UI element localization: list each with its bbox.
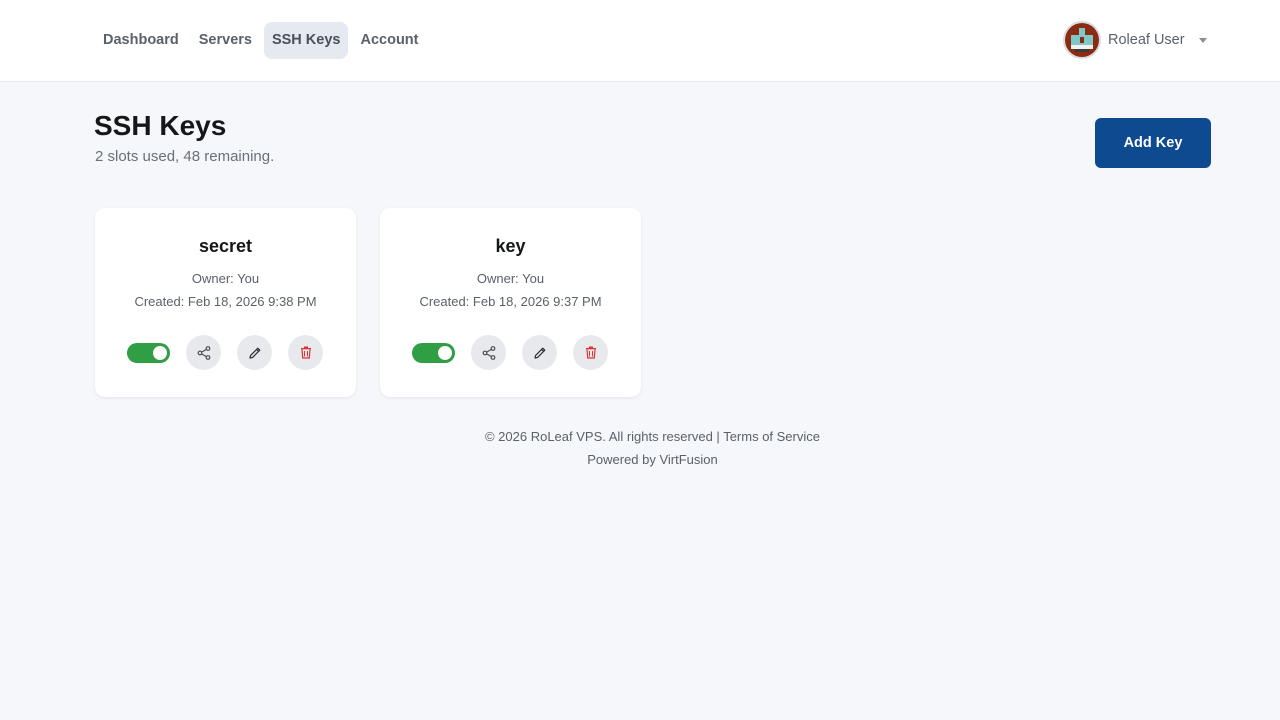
slots-summary: 2 slots used, 48 remaining. xyxy=(95,148,275,165)
copyright-text: © 2026 RoLeaf VPS. All rights reserved | xyxy=(484,429,720,444)
key-owner: Owner: You xyxy=(191,271,260,286)
user-name: Roleaf User xyxy=(1108,32,1185,48)
ssh-key-card: key Owner: You Created: Feb 18, 2026 9:3… xyxy=(380,208,641,397)
share-icon xyxy=(197,345,210,360)
edit-button[interactable] xyxy=(522,335,557,370)
share-icon xyxy=(482,345,495,360)
toggle-knob xyxy=(438,346,452,360)
user-menu[interactable]: Roleaf User xyxy=(1063,21,1207,59)
key-created: Created: Feb 18, 2026 9:38 PM xyxy=(134,294,317,309)
footer-line: © 2026 RoLeaf VPS. All rights reserved |… xyxy=(25,425,1280,448)
add-key-button[interactable]: Add Key xyxy=(1095,118,1211,168)
pixel-avatar-icon xyxy=(1065,23,1099,57)
main-nav: Dashboard Servers SSH Keys Account xyxy=(95,22,426,59)
pencil-icon xyxy=(248,347,260,359)
delete-button[interactable] xyxy=(573,335,608,370)
top-navbar: Dashboard Servers SSH Keys Account Rolea… xyxy=(0,0,1280,82)
avatar[interactable] xyxy=(1063,21,1101,59)
key-created: Created: Feb 18, 2026 9:37 PM xyxy=(419,294,602,309)
nav-ssh-keys[interactable]: SSH Keys xyxy=(263,22,349,59)
page-title: SSH Keys xyxy=(94,110,227,141)
pencil-icon xyxy=(533,347,545,359)
trash-icon xyxy=(585,346,596,359)
delete-button[interactable] xyxy=(288,335,323,370)
edit-button[interactable] xyxy=(237,335,272,370)
key-owner: Owner: You xyxy=(476,271,545,286)
key-name: key xyxy=(495,236,526,256)
page-footer: © 2026 RoLeaf VPS. All rights reserved |… xyxy=(0,425,1280,471)
nav-account[interactable]: Account xyxy=(352,22,426,59)
share-button[interactable] xyxy=(186,335,221,370)
nav-dashboard[interactable]: Dashboard xyxy=(95,22,187,59)
trash-icon xyxy=(300,346,311,359)
terms-link[interactable]: Terms of Service xyxy=(723,429,820,444)
nav-servers[interactable]: Servers xyxy=(191,22,260,59)
ssh-key-card: secret Owner: You Created: Feb 18, 2026 … xyxy=(95,208,356,397)
toggle-knob xyxy=(153,346,167,360)
share-button[interactable] xyxy=(471,335,506,370)
key-enabled-toggle[interactable] xyxy=(127,343,170,363)
powered-by-text: Powered by VirtFusion xyxy=(587,452,718,467)
key-enabled-toggle[interactable] xyxy=(412,343,455,363)
key-name: secret xyxy=(198,236,253,256)
caret-down-icon[interactable] xyxy=(1198,37,1207,43)
